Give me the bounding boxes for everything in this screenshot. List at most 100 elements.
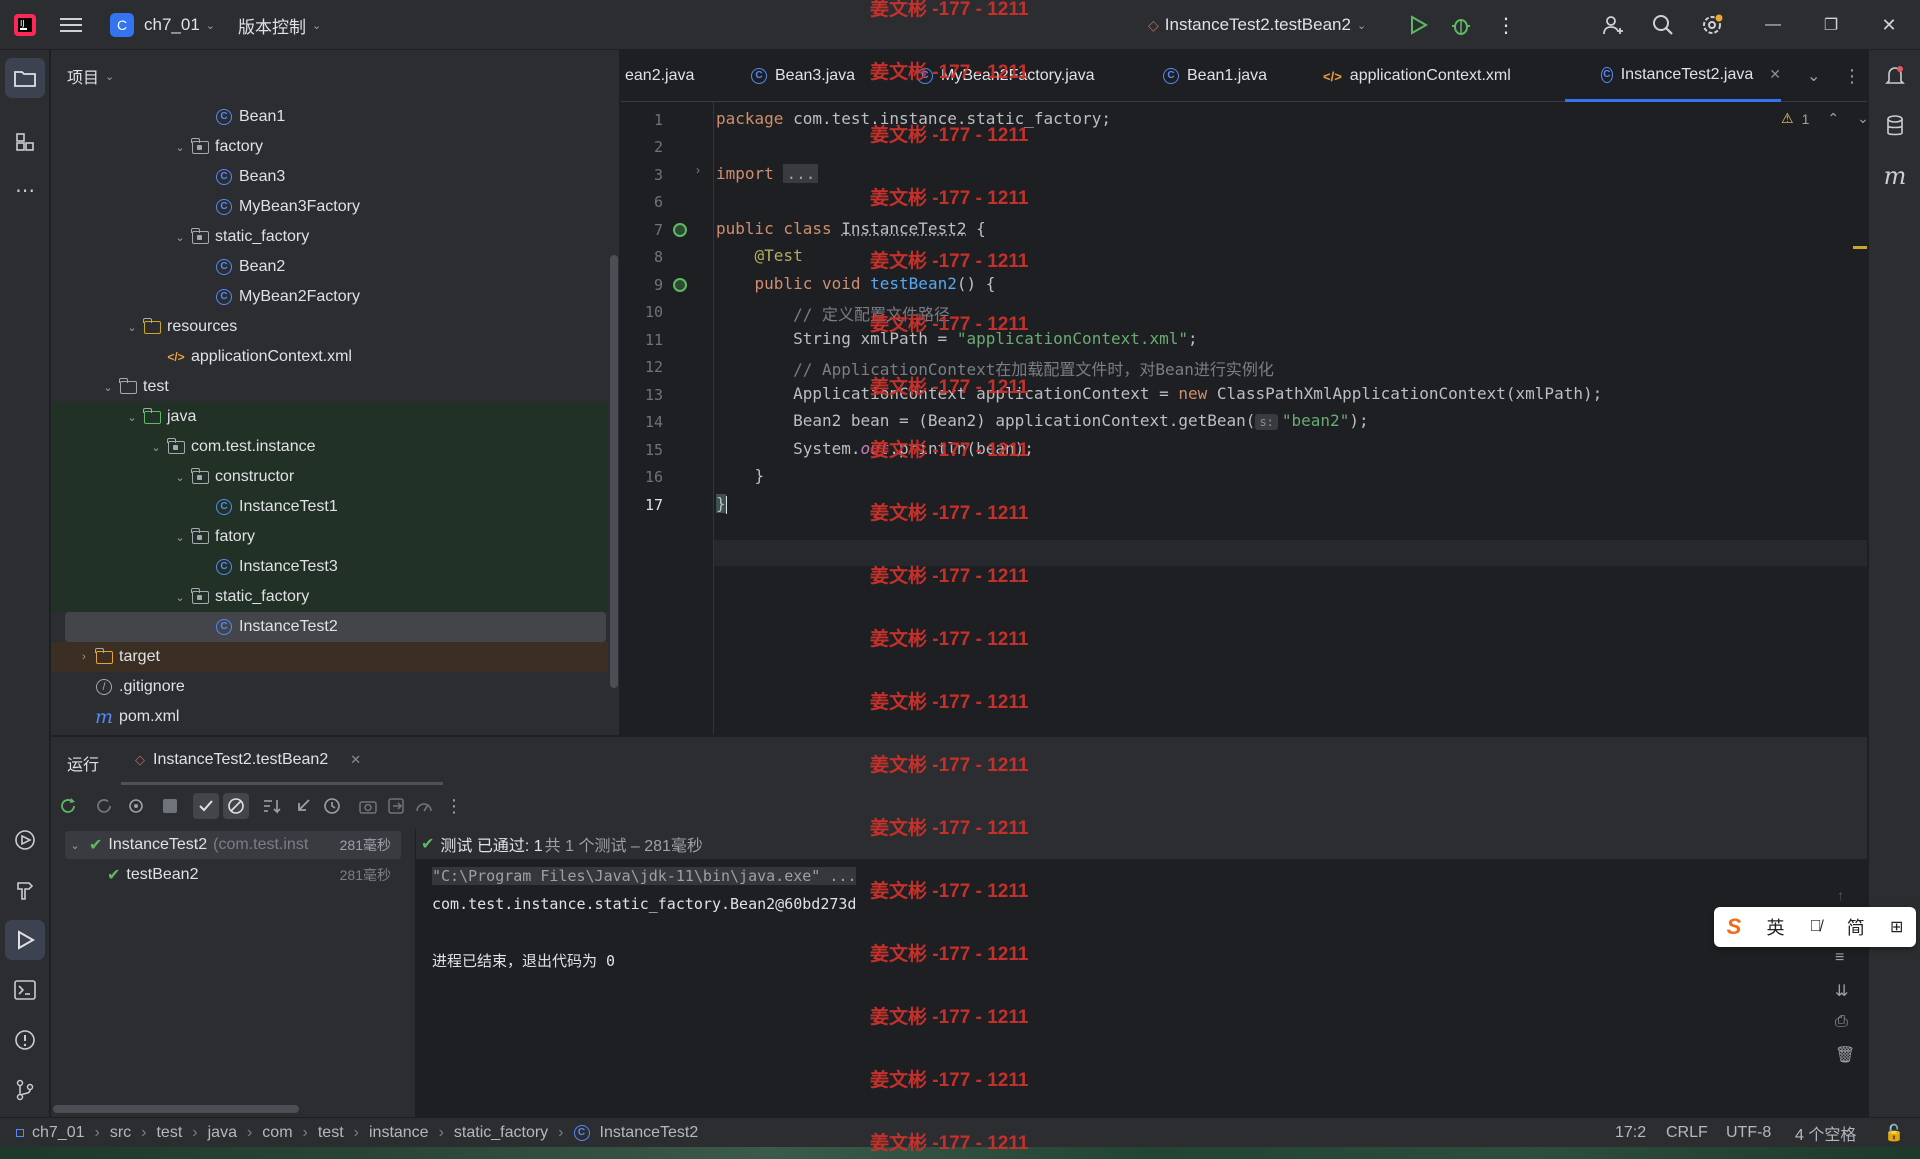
project-panel-title[interactable]: 项目 ⌄ (67, 64, 114, 88)
tree-item[interactable]: C MyBean3Factory (51, 192, 608, 222)
tree-item[interactable]: ⌄ static_factory (51, 582, 608, 612)
breadcrumb-item[interactable]: instance (369, 1124, 429, 1142)
tab-list-chevron-icon[interactable]: ⌄ (1807, 50, 1820, 102)
sort-icon[interactable] (259, 793, 285, 819)
fold-chevron-icon[interactable]: › (696, 163, 700, 177)
breadcrumb-item[interactable]: test (156, 1124, 182, 1142)
test-child-row[interactable]: ✔ testBean2 281毫秒 (65, 861, 401, 889)
problems-tool-icon[interactable] (5, 1020, 45, 1060)
test-tree-hscrollbar[interactable] (53, 1105, 299, 1113)
close-tab-icon[interactable]: ✕ (350, 752, 361, 768)
tree-item[interactable]: ⌄ factory (51, 132, 608, 162)
breadcrumb-item[interactable]: InstanceTest2 (600, 1124, 699, 1142)
scroll-to-end-icon[interactable]: ⇊ (1835, 981, 1848, 1001)
clear-trash-icon[interactable]: 🗑 (1835, 1045, 1855, 1065)
chevron-down-icon[interactable]: ⌄ (171, 141, 189, 154)
tree-item[interactable]: ⌄ com.test.instance (51, 432, 608, 462)
line-separator[interactable]: CRLF (1666, 1118, 1708, 1148)
chevron-down-icon[interactable]: ⌄ (123, 411, 141, 424)
more-actions-icon[interactable]: ⋮ (441, 793, 467, 819)
chevron-down-icon[interactable]: ⌄ (171, 471, 189, 484)
tab-bean3-java[interactable]: C Bean3.java (751, 50, 855, 102)
ime-mode-toggle[interactable]: 简 (1847, 914, 1865, 940)
close-tab-icon[interactable]: ✕ (1769, 66, 1781, 83)
restore-icon[interactable]: ❐ (1808, 0, 1854, 50)
close-icon[interactable]: ✕ (1866, 0, 1912, 50)
ime-toolbar[interactable]: S 英 文̸ 简 ⊞ (1714, 907, 1916, 947)
tree-item[interactable]: ⌄ resources (51, 312, 608, 342)
print-icon[interactable]: ⎙ (1835, 1013, 1848, 1031)
history-clock-icon[interactable] (319, 793, 345, 819)
sogou-logo-icon[interactable]: S (1727, 914, 1742, 940)
tab-mybean2factory-java[interactable]: C MyBean2Factory.java (917, 50, 1095, 102)
chevron-down-icon[interactable]: ⌄ (123, 321, 141, 334)
import-tests-icon[interactable] (291, 793, 317, 819)
project-switcher[interactable]: C ch7_01 ⌄ (110, 0, 215, 50)
build-hammer-icon[interactable] (5, 870, 45, 910)
minimize-icon[interactable]: — (1750, 0, 1796, 50)
tab-more-icon[interactable]: ⋮ (1843, 50, 1861, 102)
ime-lang-toggle[interactable]: 英 (1766, 914, 1784, 940)
warning-marker[interactable] (1853, 246, 1867, 249)
more-tools-icon[interactable]: ⋯ (5, 170, 45, 210)
run-panel-title[interactable]: 运行 (67, 751, 99, 775)
breadcrumb-item[interactable]: com (262, 1124, 292, 1142)
project-tool-icon[interactable] (5, 58, 45, 98)
caret-position[interactable]: 17:2 (1615, 1118, 1646, 1148)
run-test-gutter-icon[interactable] (673, 222, 687, 237)
tree-item[interactable]: m pom.xml (51, 702, 608, 732)
tree-item[interactable]: ⌄ test (51, 372, 608, 402)
database-icon[interactable] (1875, 106, 1915, 146)
tree-item[interactable]: ⌄ java (51, 402, 608, 432)
tree-scrollbar[interactable] (610, 255, 618, 688)
test-root-row[interactable]: ⌄ ✔ InstanceTest2 (com.test.inst 281毫秒 (65, 831, 401, 859)
services-tool-icon[interactable] (5, 820, 45, 860)
file-encoding[interactable]: UTF-8 (1726, 1118, 1771, 1148)
tree-item[interactable]: C InstanceTest1 (51, 492, 608, 522)
code-editor[interactable]: package com.test.instance.static_factory… (716, 102, 1866, 735)
show-ignored-icon[interactable] (223, 793, 249, 819)
breadcrumb-item[interactable]: src (110, 1124, 131, 1142)
settings-gear-icon[interactable] (1700, 0, 1724, 50)
screenshot-camera-icon[interactable] (355, 793, 381, 819)
run-config-selector[interactable]: ◇ InstanceTest2.testBean2 ⌄ (1148, 0, 1366, 50)
run-tab[interactable]: ◇ InstanceTest2.testBean2 ✕ (121, 737, 443, 785)
run-tool-icon[interactable] (5, 920, 45, 960)
tree-item[interactable]: C InstanceTest3 (51, 552, 608, 582)
chevron-right-icon[interactable]: › (75, 651, 93, 663)
maven-icon[interactable]: m (1875, 156, 1915, 196)
soft-wrap-icon[interactable]: ≡ (1835, 949, 1844, 967)
chevron-down-icon[interactable]: ⌄ (171, 591, 189, 604)
search-icon[interactable] (1652, 0, 1674, 50)
ime-toolbox-grid-icon[interactable]: ⊞ (1890, 917, 1903, 937)
chevron-down-icon[interactable]: ⌄ (147, 441, 165, 454)
tree-item[interactable]: ⌄ fatory (51, 522, 608, 552)
main-menu-icon[interactable] (60, 0, 82, 50)
git-tool-icon[interactable] (5, 1070, 45, 1110)
export-icon[interactable] (383, 793, 409, 819)
indent-setting[interactable]: 4 个空格 (1795, 1118, 1856, 1148)
tree-item[interactable]: C Bean3 (51, 162, 608, 192)
tab-bean1-java[interactable]: C Bean1.java (1163, 50, 1267, 102)
breadcrumb-item[interactable]: java (208, 1124, 237, 1142)
tab-instancetest2-java[interactable]: C InstanceTest2.java ✕ (1565, 50, 1781, 102)
run-test-gutter-icon[interactable] (673, 277, 687, 292)
terminal-tool-icon[interactable] (5, 970, 45, 1010)
console-output[interactable]: "C:\Program Files\Java\jdk-11\bin\java.e… (416, 859, 1867, 1118)
tree-item[interactable]: </> applicationContext.xml (51, 342, 608, 372)
app-logo-icon[interactable]: IJ (12, 0, 38, 50)
tree-item[interactable]: C InstanceTest2 (65, 612, 606, 642)
tab-bean2-java[interactable]: ean2.java (625, 50, 694, 102)
breadcrumb-item[interactable]: ch7_01 (32, 1124, 85, 1142)
debug-icon[interactable] (1450, 0, 1472, 50)
readonly-lock-icon[interactable]: 🔓 (1884, 1118, 1904, 1148)
show-passed-icon[interactable] (193, 793, 219, 819)
ime-punctuation-icon[interactable]: 文̸ (1810, 918, 1822, 936)
add-user-icon[interactable] (1602, 0, 1624, 50)
tree-item[interactable]: C MyBean2Factory (51, 282, 608, 312)
tree-item[interactable]: C Bean2 (51, 252, 608, 282)
structure-tool-icon[interactable] (5, 122, 45, 162)
toggle-auto-test-icon[interactable] (123, 793, 149, 819)
coverage-icon[interactable] (411, 793, 437, 819)
chevron-down-icon[interactable]: ⌄ (171, 531, 189, 544)
